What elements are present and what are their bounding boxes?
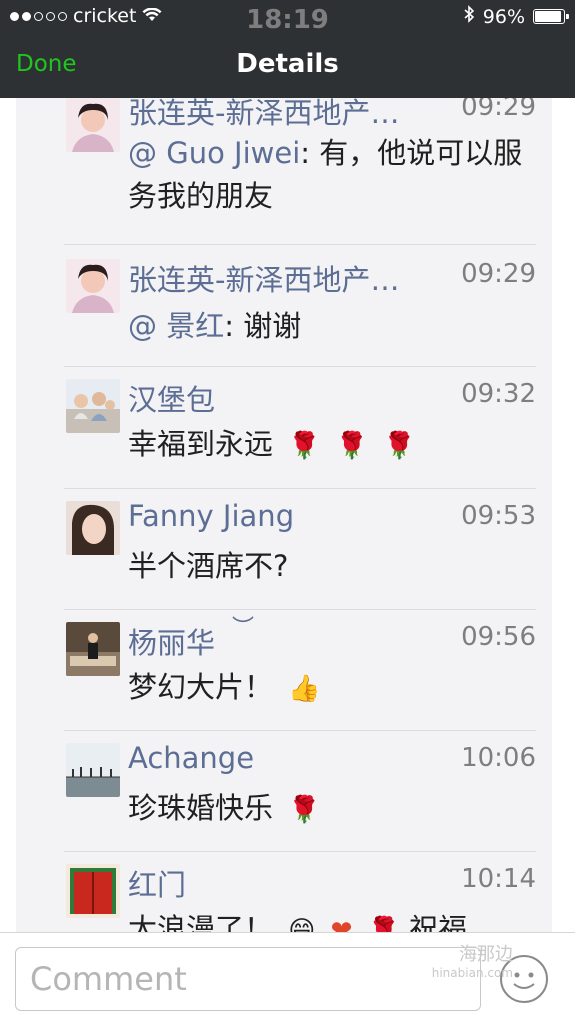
commenter-name[interactable]: 张连英-新泽西地产…: [128, 98, 399, 132]
comment-body: 梦幻大片！: [128, 670, 274, 704]
comment-body: 太浪漫了！: [128, 912, 274, 932]
comments-panel: 张连英-新泽西地产… 09:29 @ Guo Jiwei: 有，他说可以服务我的…: [16, 98, 552, 932]
comment-input[interactable]: Comment: [15, 947, 481, 1011]
avatar[interactable]: [66, 622, 120, 676]
comment-time: 09:29: [461, 259, 536, 289]
comment-text: 幸福到永远 🌹 🌹 🌹: [128, 423, 528, 468]
comment-time: 09:56: [461, 622, 536, 652]
heart-icon: ❤: [330, 916, 353, 932]
comment-time: 09:53: [461, 501, 536, 531]
landscape-icon: [66, 743, 120, 797]
group-photo-icon: [66, 379, 120, 433]
avatar[interactable]: [66, 864, 120, 918]
commenter-name[interactable]: 张连英-新泽西地产…: [128, 257, 399, 299]
comment-item[interactable]: Achange 10:06 珍珠婚快乐 🌹: [64, 730, 536, 851]
comment-item[interactable]: 汉堡包 09:32 幸福到永远 🌹 🌹 🌹: [64, 366, 536, 488]
woman-portrait-icon: [66, 259, 120, 313]
commenter-name[interactable]: Achange: [128, 741, 254, 775]
comment-text: @ 景红: 谢谢: [128, 305, 528, 348]
comment-time: 09:29: [461, 98, 536, 122]
commenter-name[interactable]: Fanny Jiang: [128, 499, 294, 533]
comment-body: : 谢谢: [224, 309, 302, 343]
watermark: 海那边 hinabian.com: [413, 940, 513, 980]
status-bar: cricket 18:19 96%: [0, 0, 575, 35]
bird-icon: ︶: [232, 616, 255, 641]
woman-selfie-icon: [66, 501, 120, 555]
comment-item[interactable]: 张连英-新泽西地产… 09:29 @ Guo Jiwei: 有，他说可以服务我的…: [64, 98, 536, 244]
rose-icon: 🌹: [288, 431, 321, 461]
comment-text: @ Guo Jiwei: 有，他说可以服务我的朋友: [128, 132, 528, 218]
comment-item[interactable]: 红门 10:14 太浪漫了！ 😄 ❤ 🌹 祝福: [64, 851, 536, 932]
comment-text: 梦幻大片！ 👍: [128, 666, 528, 711]
watermark-subtext: hinabian.com: [431, 966, 513, 980]
status-right: 96%: [463, 5, 569, 28]
comment-body: 半个酒席不?: [128, 549, 289, 583]
avatar[interactable]: [66, 379, 120, 433]
thumbs-up-icon: 👍: [288, 674, 321, 704]
rose-icon: 🌹: [335, 431, 369, 461]
watermark-text: 海那边: [459, 944, 513, 965]
battery-percent: 96%: [482, 5, 525, 28]
comments-scroll-area[interactable]: 张连英-新泽西地产… 09:29 @ Guo Jiwei: 有，他说可以服务我的…: [0, 98, 575, 932]
mention-link[interactable]: @ 景红: [128, 309, 224, 343]
comment-time: 10:06: [461, 743, 536, 773]
comment-item[interactable]: 杨丽华 ︶ 09:56 梦幻大片！ 👍: [64, 609, 536, 730]
commenter-name[interactable]: 杨丽华: [128, 620, 215, 662]
comment-time: 10:14: [461, 864, 536, 894]
comment-body: 幸福到永远: [128, 427, 274, 461]
avatar[interactable]: [66, 501, 120, 555]
woman-portrait-icon: [66, 98, 120, 152]
red-door-icon: [66, 864, 120, 918]
avatar[interactable]: [66, 743, 120, 797]
comment-item[interactable]: 张连英-新泽西地产… 09:29 @ 景红: 谢谢: [64, 244, 536, 366]
man-sitting-icon: [66, 622, 120, 676]
grinning-face-icon: 😄: [288, 916, 316, 932]
comment-body: 珍珠婚快乐: [128, 791, 274, 825]
comment-text: 半个酒席不?: [128, 545, 528, 588]
commenter-name[interactable]: 汉堡包: [128, 377, 215, 419]
comment-item[interactable]: Fanny Jiang 09:53 半个酒席不?: [64, 488, 536, 609]
comment-text: 珍珠婚快乐 🌹: [128, 787, 528, 832]
battery-icon: [533, 9, 569, 24]
page-title: Details: [236, 49, 339, 79]
comment-text: 太浪漫了！ 😄 ❤ 🌹 祝福: [128, 908, 528, 932]
rose-icon: 🌹: [383, 431, 416, 461]
commenter-name[interactable]: 红门: [128, 862, 186, 904]
mention-link[interactable]: @ Guo Jiwei: [128, 136, 300, 170]
rose-icon: 🌹: [288, 795, 321, 825]
comment-body-tail: 祝福: [409, 912, 468, 932]
comment-time: 09:32: [461, 379, 536, 409]
nav-bar: Done Details: [0, 40, 575, 95]
bluetooth-icon: [463, 5, 475, 28]
avatar[interactable]: [66, 98, 120, 152]
rose-icon: 🌹: [367, 916, 400, 932]
comment-placeholder: Comment: [30, 960, 187, 998]
avatar[interactable]: [66, 259, 120, 313]
top-bar: cricket 18:19 96% Done Details: [0, 0, 575, 98]
